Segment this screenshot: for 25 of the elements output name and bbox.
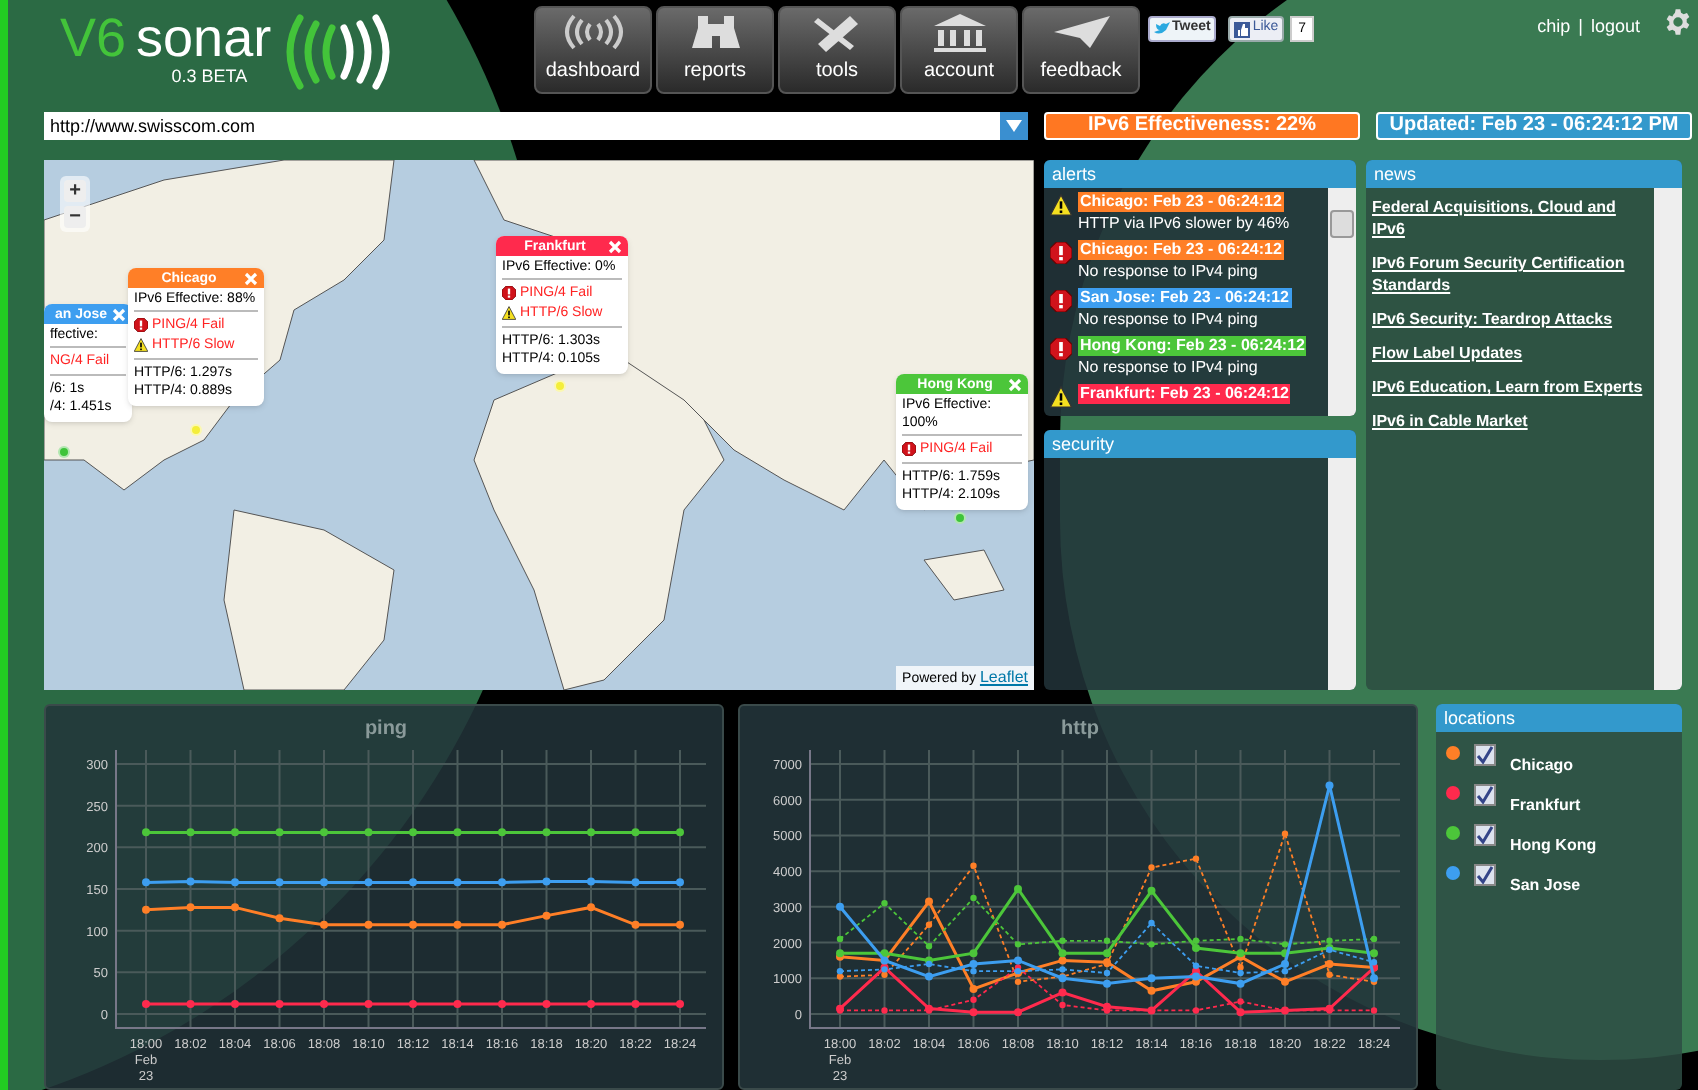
- effectiveness-badge: IPv6 Effectiveness: 22%: [1044, 112, 1360, 140]
- alert-title: Chicago: Feb 23 - 06:24:12: [1078, 240, 1284, 260]
- panel-title: security: [1044, 430, 1356, 458]
- panel-title: news: [1366, 160, 1682, 188]
- chart-title: ping: [364, 718, 408, 740]
- updated-badge: Updated: Feb 23 - 06:24:12 PM: [1376, 112, 1692, 140]
- chart-title: http: [1061, 718, 1099, 740]
- alert-message: No response to IPv4 ping: [1078, 358, 1258, 378]
- panel-title: alerts: [1044, 160, 1356, 188]
- separator-text: |: [1578, 14, 1583, 40]
- panel-title: locations: [1436, 704, 1682, 732]
- location-label: Chicago: [1510, 754, 1574, 778]
- alert-title: Chicago: Feb 23 - 06:24:12: [1078, 192, 1284, 212]
- location-label: Hong Kong: [1510, 834, 1597, 858]
- alert-title: Hong Kong: Feb 23 - 06:24:12: [1078, 336, 1307, 356]
- version-label: 0.3 BETA: [171, 68, 248, 86]
- logo-text: V6: [60, 12, 127, 66]
- location-label: San Jose: [1510, 874, 1581, 898]
- alert-message: No response to IPv4 ping: [1078, 262, 1258, 282]
- location-label: Frankfurt: [1510, 794, 1581, 818]
- alert-title: Frankfurt: Feb 23 - 06:24:12: [1078, 384, 1291, 404]
- alert-message: No response to IPv4 ping: [1078, 310, 1258, 330]
- logo-text: sonar: [136, 12, 272, 66]
- alert-message: HTTP via IPv6 slower by 46%: [1078, 214, 1290, 234]
- alert-title: San Jose: Feb 23 - 06:24:12: [1078, 288, 1291, 308]
